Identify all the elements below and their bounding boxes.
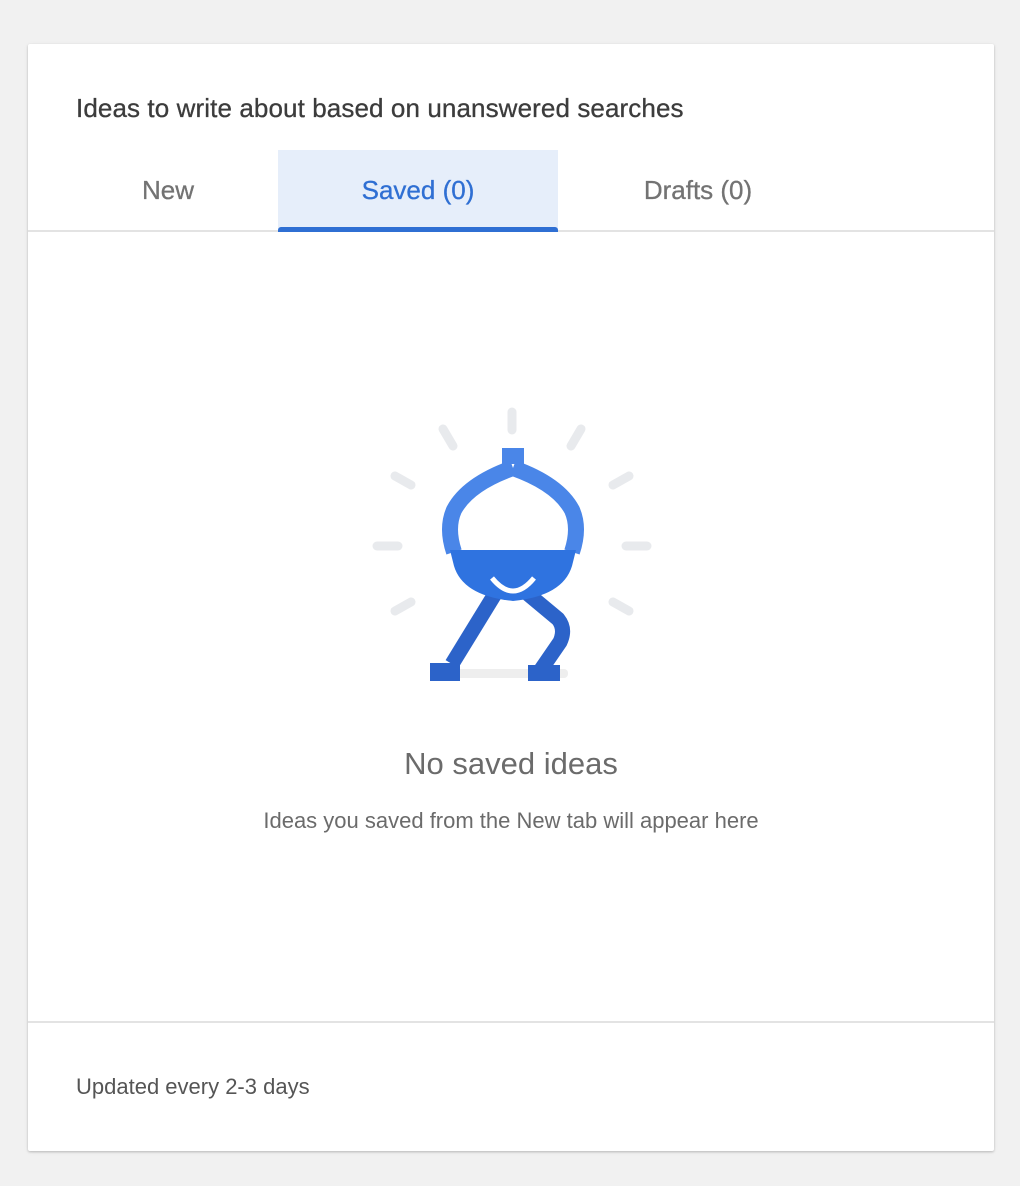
card-title: Ideas to write about based on unanswered… (76, 93, 684, 123)
lightbulb-character-icon (372, 407, 652, 681)
tab-saved-label: Saved (0) (361, 174, 475, 205)
tab-new-label: New (141, 174, 194, 205)
tab-saved[interactable]: Saved (0) (278, 150, 558, 232)
empty-state-title: No saved ideas (404, 746, 618, 781)
tab-bar: New Saved (0) Drafts (0) (28, 150, 994, 232)
update-frequency-text: Updated every 2-3 days (76, 1074, 310, 1099)
empty-state-subtitle: Ideas you saved from the New tab will ap… (263, 808, 759, 833)
tab-drafts-label: Drafts (0) (643, 174, 753, 205)
tab-drafts[interactable]: Drafts (0) (558, 150, 838, 230)
ideas-card: Ideas to write about based on unanswered… (28, 44, 994, 1151)
footer-divider (28, 1021, 994, 1023)
tab-new[interactable]: New (28, 150, 308, 230)
active-tab-indicator (278, 227, 558, 232)
